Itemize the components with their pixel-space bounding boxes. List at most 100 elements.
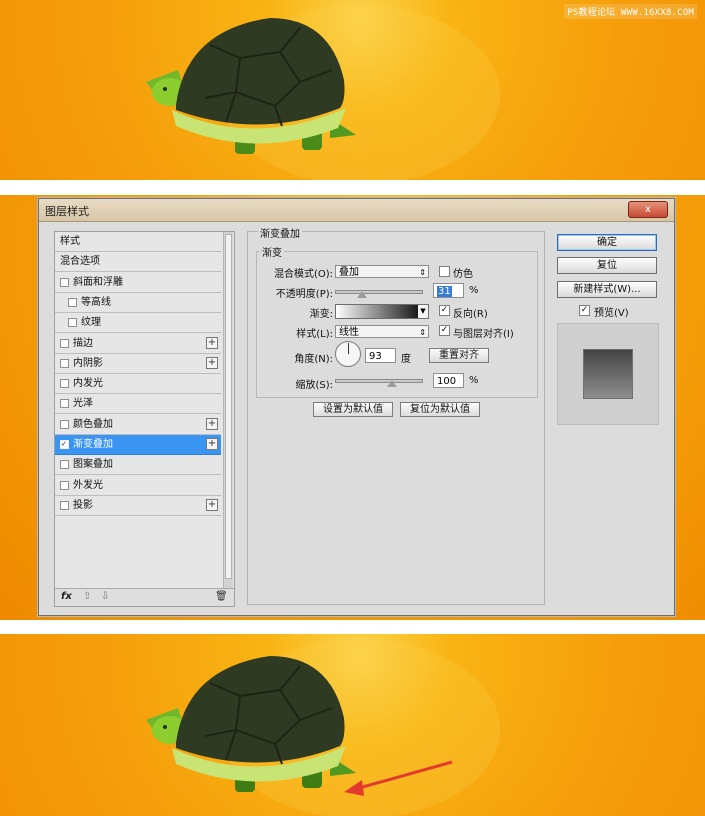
turtle-image-after	[0, 634, 705, 816]
move-down-icon[interactable]: ⇩	[101, 591, 109, 602]
list-item[interactable]: 样式	[55, 232, 221, 252]
angle-needle	[348, 343, 349, 354]
list-item[interactable]: 颜色叠加 +	[55, 415, 221, 435]
chevron-down-icon[interactable]: ▼	[418, 304, 429, 319]
turtle-illustration-bottom	[146, 639, 500, 816]
close-button[interactable]: x	[628, 201, 668, 218]
set-default-button[interactable]: 设置为默认值	[313, 402, 393, 417]
subgroup-title: 渐变	[260, 244, 284, 259]
opacity-slider-thumb[interactable]	[356, 291, 367, 298]
list-item[interactable]: 斜面和浮雕	[55, 273, 221, 293]
reset-alignment-button[interactable]: 重置对齐	[429, 348, 489, 363]
list-item-label: 描边	[73, 337, 93, 349]
angle-unit: 度	[401, 354, 411, 365]
scrollbar-thumb[interactable]	[225, 234, 232, 579]
chevron-updown-icon: ⇕	[419, 268, 426, 277]
list-item-checkbox[interactable]	[60, 419, 69, 429]
list-item-checkbox[interactable]	[60, 338, 69, 348]
list-item-label: 等高线	[81, 296, 111, 308]
list-item-checkbox[interactable]	[68, 318, 77, 328]
align-checkbox[interactable]: ✓	[439, 325, 450, 336]
chevron-updown-icon: ⇕	[419, 328, 426, 337]
reverse-label: 反向(R)	[453, 309, 488, 320]
add-icon[interactable]: +	[206, 438, 218, 450]
trash-icon[interactable]: 🗑	[215, 591, 228, 602]
blend-mode-select[interactable]: 叠加 ⇕	[335, 265, 429, 278]
list-item[interactable]: 内阴影 +	[55, 354, 221, 374]
scale-slider-thumb[interactable]	[387, 380, 398, 387]
angle-dial[interactable]	[335, 341, 361, 367]
move-up-icon[interactable]: ⇧	[83, 591, 91, 602]
ok-button[interactable]: 确定	[557, 234, 657, 251]
opacity-input[interactable]: 31	[433, 283, 464, 298]
gradient-picker[interactable]	[335, 304, 419, 319]
list-item-checkbox[interactable]	[60, 500, 69, 510]
opacity-slider[interactable]	[335, 290, 423, 294]
add-icon[interactable]: +	[206, 336, 218, 349]
list-item-label: 颜色叠加	[73, 418, 113, 430]
list-item-label: 样式	[60, 236, 80, 247]
blend-mode-label: 混合模式(O):	[273, 269, 333, 280]
opacity-unit: %	[469, 285, 479, 296]
list-footer: fx ⇧ ⇩ 🗑	[55, 588, 234, 606]
dither-checkbox[interactable]	[439, 266, 450, 277]
scale-value: 100	[437, 376, 457, 387]
group-title: 渐变叠加	[258, 225, 302, 240]
opacity-value: 31	[437, 286, 452, 297]
opacity-label: 不透明度(P):	[275, 289, 333, 300]
list-item-label: 外发光	[73, 479, 103, 491]
reset-button[interactable]: 复位	[557, 257, 657, 274]
list-item[interactable]: 投影 +	[55, 496, 221, 516]
list-scrollbar[interactable]	[223, 232, 233, 588]
layer-style-dialog: 图层样式 x 样式混合选项斜面和浮雕等高线纹理描边 + 内阴影 + 内发光 光泽颜色叠加 +…	[38, 198, 675, 616]
list-item-label: 内阴影	[73, 357, 103, 369]
list-item[interactable]: 纹理	[55, 313, 221, 334]
dialog-titlebar[interactable]: 图层样式 x	[39, 199, 674, 222]
list-item[interactable]: ✓ 渐变叠加 +	[55, 435, 221, 455]
style-label: 样式(L):	[296, 329, 333, 340]
angle-input[interactable]: 93	[365, 348, 396, 363]
scale-input[interactable]: 100	[433, 373, 464, 388]
new-style-button[interactable]: 新建样式(W)...	[557, 281, 657, 298]
list-item[interactable]: 外发光	[55, 476, 221, 496]
list-item-label: 渐变叠加	[73, 439, 113, 450]
list-item-checkbox[interactable]	[60, 277, 69, 287]
list-item[interactable]: 内发光	[55, 374, 221, 395]
list-item[interactable]: 图案叠加	[55, 455, 221, 476]
gradient-label: 渐变:	[309, 309, 333, 320]
reset-default-button[interactable]: 复位为默认值	[400, 402, 480, 417]
add-icon[interactable]: +	[206, 417, 218, 430]
preview-area	[557, 323, 659, 425]
preview-label: 预览(V)	[594, 308, 629, 319]
list-item-label: 纹理	[81, 317, 101, 329]
blend-mode-value: 叠加	[339, 267, 359, 278]
list-item-checkbox[interactable]	[60, 358, 69, 368]
align-label: 与图层对齐(I)	[453, 329, 514, 340]
turtle-image-before: PS教程论坛 WWW.16XX8.COM	[0, 0, 705, 180]
list-item-checkbox[interactable]	[60, 480, 69, 490]
list-item-label: 斜面和浮雕	[73, 276, 123, 288]
list-item-checkbox[interactable]	[60, 379, 69, 389]
list-item[interactable]: 描边 +	[55, 334, 221, 354]
style-select[interactable]: 线性 ⇕	[335, 325, 429, 338]
reverse-checkbox[interactable]: ✓	[439, 305, 450, 316]
list-item-label: 图案叠加	[73, 459, 113, 471]
scale-unit: %	[469, 375, 479, 386]
add-icon[interactable]: +	[206, 498, 218, 511]
list-item[interactable]: 等高线	[55, 293, 221, 313]
add-icon[interactable]: +	[206, 356, 218, 369]
dialog-title: 图层样式	[45, 205, 89, 218]
preview-checkbox[interactable]: ✓	[579, 305, 590, 316]
fx-button[interactable]: fx	[61, 591, 72, 602]
list-item-checkbox[interactable]	[60, 460, 69, 470]
list-item-checkbox[interactable]: ✓	[60, 440, 69, 449]
list-item-checkbox[interactable]	[68, 297, 77, 307]
list-item-label: 投影	[73, 499, 93, 511]
scale-slider[interactable]	[335, 379, 423, 383]
angle-value: 93	[369, 351, 382, 362]
list-item[interactable]: 光泽	[55, 394, 221, 415]
list-item-checkbox[interactable]	[60, 399, 69, 409]
preview-swatch	[583, 349, 633, 399]
scale-label: 缩放(S):	[295, 380, 333, 391]
list-item[interactable]: 混合选项	[55, 252, 221, 273]
